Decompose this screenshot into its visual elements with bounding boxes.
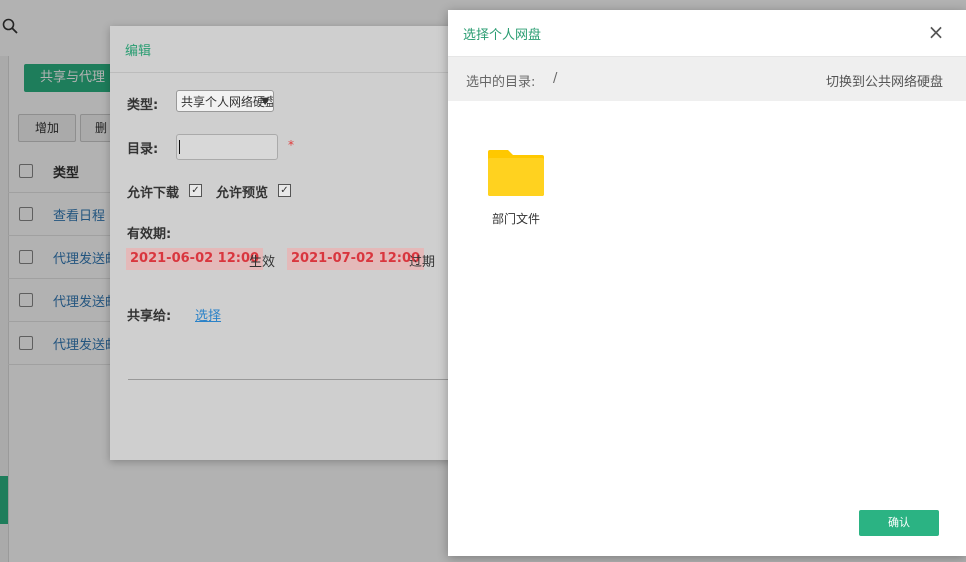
folder-icon: [488, 150, 544, 196]
allow-preview-label: 允许预览: [216, 186, 269, 201]
type-select-value: 共享个人网络硬盘: [181, 95, 274, 109]
start-date-field[interactable]: 2021-06-02 12:00: [126, 248, 264, 270]
dropdown-arrow-icon: ▼: [261, 96, 269, 107]
path-bar: 选中的目录: / 切换到公共网络硬盘: [448, 57, 966, 101]
edit-dialog: 编辑 类型: 共享个人网络硬盘 ▼ 目录: * 允许下载 ✓ 允许预览 ✓ 有效…: [110, 26, 455, 460]
start-suffix: 生效: [249, 255, 276, 270]
divider: [128, 379, 455, 380]
allow-download-label: 允许下载: [127, 186, 180, 201]
switch-to-public-drive-link[interactable]: 切换到公共网络硬盘: [826, 71, 943, 90]
edit-dialog-header: 编辑: [110, 26, 455, 73]
end-date-field[interactable]: 2021-07-02 12:00: [287, 248, 425, 270]
allow-download-checkbox[interactable]: ✓: [189, 184, 202, 197]
directory-input[interactable]: [176, 134, 278, 160]
directory-label: 目录:: [127, 142, 159, 157]
required-mark: *: [288, 138, 294, 152]
select-recipients-link[interactable]: 选择: [195, 305, 221, 324]
picker-title: 选择个人网盘: [463, 28, 542, 43]
validity-label: 有效期:: [127, 227, 172, 242]
allow-preview-checkbox[interactable]: ✓: [278, 184, 291, 197]
edit-dialog-title: 编辑: [125, 44, 152, 59]
text-caret: [179, 140, 180, 154]
share-to-label: 共享给:: [127, 309, 172, 324]
type-select[interactable]: 共享个人网络硬盘 ▼: [176, 90, 274, 112]
close-icon[interactable]: ×: [926, 22, 946, 42]
selected-dir-label: 选中的目录:: [466, 75, 536, 90]
picker-header: 选择个人网盘 ×: [448, 10, 966, 57]
folder-name: 部门文件: [491, 212, 540, 226]
selected-dir-value: /: [553, 71, 558, 86]
page: 共享与代理 增加 删 类型 查看日程 代理发送邮 代理发送邮 代理发送邮 编辑 …: [0, 0, 966, 562]
type-label: 类型:: [127, 98, 159, 113]
folder-picker-dialog: 选择个人网盘 × 选中的目录: / 切换到公共网络硬盘 部门文件 确认: [448, 10, 966, 556]
end-suffix: 过期: [409, 255, 436, 270]
folder-item[interactable]: 部门文件: [488, 148, 544, 228]
confirm-button[interactable]: 确认: [859, 510, 939, 536]
